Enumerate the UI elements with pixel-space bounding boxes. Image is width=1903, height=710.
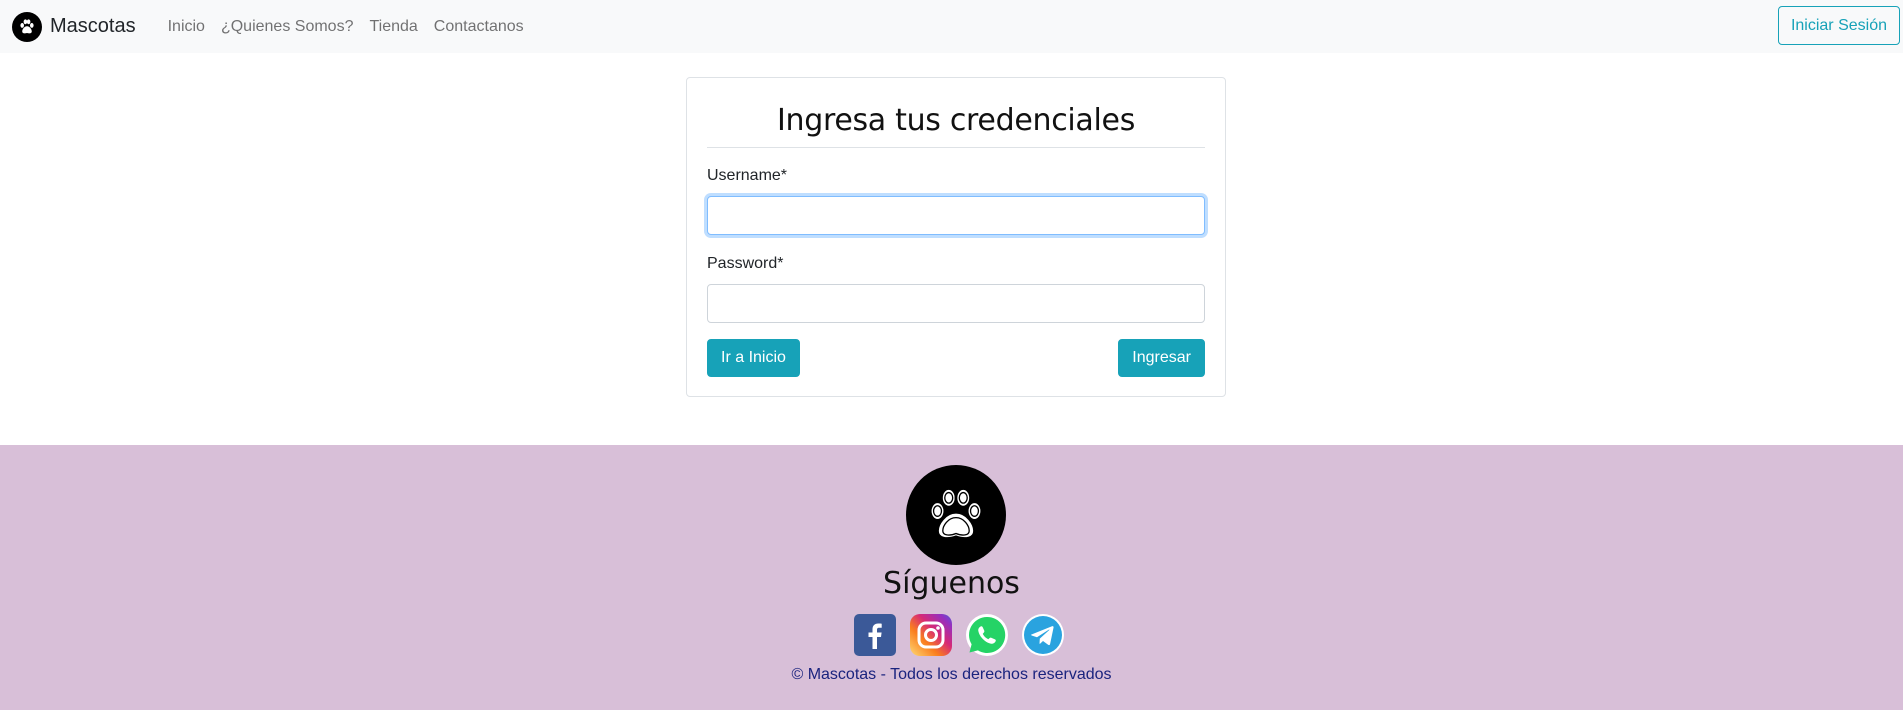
nav-link-quienes-somos[interactable]: ¿Quienes Somos? <box>213 18 362 36</box>
paw-logo-icon <box>906 465 1006 565</box>
brand-link[interactable]: Mascotas <box>12 11 148 42</box>
go-home-button[interactable]: Ir a Inicio <box>707 339 800 377</box>
nav-link-inicio[interactable]: Inicio <box>160 18 213 36</box>
divider <box>707 147 1205 148</box>
social-links <box>853 613 1065 657</box>
form-actions: Ir a Inicio Ingresar <box>707 339 1205 377</box>
login-card: Ingresa tus credenciales Username* Passw… <box>686 77 1226 397</box>
login-button[interactable]: Iniciar Sesión <box>1777 6 1900 45</box>
nav-link-contactanos[interactable]: Contactanos <box>426 18 532 36</box>
facebook-icon[interactable] <box>853 613 897 657</box>
submit-login-button[interactable]: Ingresar <box>1118 339 1205 377</box>
page-title: Ingresa tus credenciales <box>776 103 1136 138</box>
nav-link-tienda[interactable]: Tienda <box>361 18 425 36</box>
nav-links: Inicio ¿Quienes Somos? Tienda Contactano… <box>160 18 532 36</box>
footer-title: Síguenos <box>883 566 1020 601</box>
paw-logo-icon <box>12 11 42 42</box>
telegram-icon[interactable] <box>1021 613 1065 657</box>
username-input[interactable] <box>707 196 1205 235</box>
copyright-text: © Mascotas - Todos los derechos reservad… <box>791 666 1112 683</box>
password-input[interactable] <box>707 284 1205 323</box>
whatsapp-icon[interactable] <box>965 613 1009 657</box>
footer: Síguenos © Mascotas - Todos los derechos… <box>0 445 1903 710</box>
password-label: Password* <box>707 255 784 272</box>
instagram-icon[interactable] <box>909 613 953 657</box>
username-label: Username* <box>707 167 788 184</box>
navbar: Mascotas Inicio ¿Quienes Somos? Tienda C… <box>0 0 1903 53</box>
brand-name: Mascotas <box>50 15 136 37</box>
